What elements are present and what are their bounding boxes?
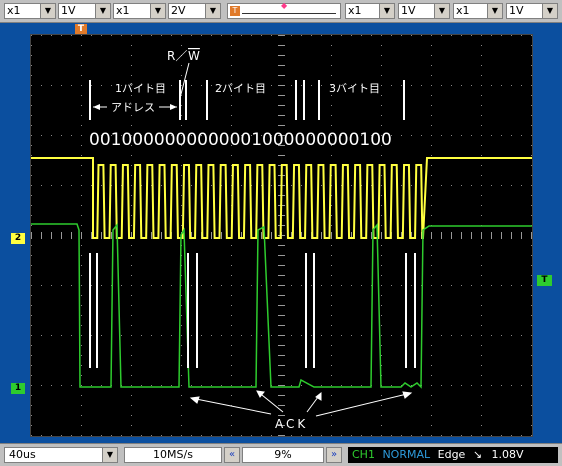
- chevron-down-icon: ▼: [434, 4, 449, 18]
- ack-label: ACK: [275, 417, 308, 431]
- ack-arrows: [189, 390, 413, 417]
- trigger-icon: T: [230, 6, 240, 16]
- ch1-level-marker[interactable]: 1: [11, 383, 25, 394]
- ch3-probe-value: x1: [348, 4, 362, 17]
- chevron-down-icon: ▼: [95, 4, 110, 18]
- rw-pointer: [179, 62, 190, 99]
- byte2-label: 2バイト目: [215, 82, 266, 95]
- rw-label-r: R／: [167, 49, 187, 63]
- trigger-level-marker[interactable]: T: [537, 275, 552, 286]
- sample-rate-display: 10MS/s: [124, 447, 222, 463]
- trigger-channel: CH1: [352, 448, 375, 461]
- trigger-level-value: 1.08V: [491, 448, 524, 461]
- address-label: アドレス: [111, 101, 155, 114]
- ch4-probe-select[interactable]: x1 ▼: [453, 3, 503, 19]
- rw-label-w: W: [188, 49, 200, 63]
- bit-sequence: 0010000000000001000000000100: [89, 130, 392, 150]
- scope-screen: R／ W 1バイト目 2バイト目 3バイト目 アドレス 001000000000…: [30, 34, 533, 437]
- chevron-down-icon: ▼: [150, 4, 165, 18]
- arrow-right-icon: [170, 104, 177, 110]
- chevron-down-icon: ▼: [40, 4, 55, 18]
- chevron-down-icon: ▼: [205, 4, 220, 18]
- ch1-volts-value: 1V: [61, 4, 76, 17]
- timebase-select[interactable]: 40us ▼: [4, 447, 118, 463]
- chevron-down-icon: ▼: [379, 4, 394, 18]
- ch2-probe-select[interactable]: x1 ▼: [113, 3, 166, 19]
- ch2-level-marker[interactable]: 2: [11, 233, 25, 244]
- ch4-volts-select[interactable]: 1V ▼: [506, 3, 558, 19]
- chevron-down-icon: ▼: [542, 4, 557, 18]
- ch2-probe-value: x1: [116, 4, 130, 17]
- ch4-probe-value: x1: [456, 4, 470, 17]
- trigger-mode: NORMAL: [382, 448, 431, 461]
- chevron-down-icon: ▼: [487, 4, 502, 18]
- ch2-volts-select[interactable]: 2V ▼: [168, 3, 221, 19]
- position-display: 9%: [242, 447, 324, 463]
- trigger-position-bar[interactable]: T ◆: [227, 1, 341, 19]
- trigger-pointer-icon: ◆: [281, 1, 288, 10]
- chevron-down-icon: ▼: [102, 448, 117, 462]
- channel-toolbar: x1 ▼ 1V ▼ x1 ▼ 2V ▼ T ◆ x1 ▼ 1V ▼ x1 ▼ 1V ▼: [0, 0, 562, 23]
- ch2-volts-value: 2V: [171, 4, 186, 17]
- ch1-volts-select[interactable]: 1V ▼: [58, 3, 111, 19]
- arrow-left-icon: [93, 104, 100, 110]
- byte1-label: 1バイト目: [115, 82, 166, 95]
- trigger-status: CH1 NORMAL Edge ↘ 1.08V: [348, 447, 558, 463]
- double-chevron-left-icon[interactable]: «: [224, 447, 240, 463]
- timebase-value: 40us: [9, 448, 36, 461]
- ch1-probe-value: x1: [7, 4, 21, 17]
- waveform-display: R／ W 1バイト目 2バイト目 3バイト目 アドレス 001000000000…: [31, 35, 532, 436]
- status-bar: 40us ▼ 10MS/s « 9% » CH1 NORMAL Edge ↘ 1.…: [0, 443, 562, 466]
- falling-edge-icon: ↘: [472, 448, 483, 461]
- trigger-track: [242, 13, 336, 14]
- ch3-probe-select[interactable]: x1 ▼: [345, 3, 395, 19]
- ch3-volts-select[interactable]: 1V ▼: [398, 3, 450, 19]
- ack-marker-lines: [89, 253, 416, 368]
- ch4-volts-value: 1V: [509, 4, 524, 17]
- ch3-volts-value: 1V: [401, 4, 416, 17]
- double-chevron-right-icon[interactable]: »: [326, 447, 342, 463]
- trigger-type: Edge: [437, 448, 466, 461]
- byte3-label: 3バイト目: [329, 82, 380, 95]
- ch1-probe-select[interactable]: x1 ▼: [4, 3, 56, 19]
